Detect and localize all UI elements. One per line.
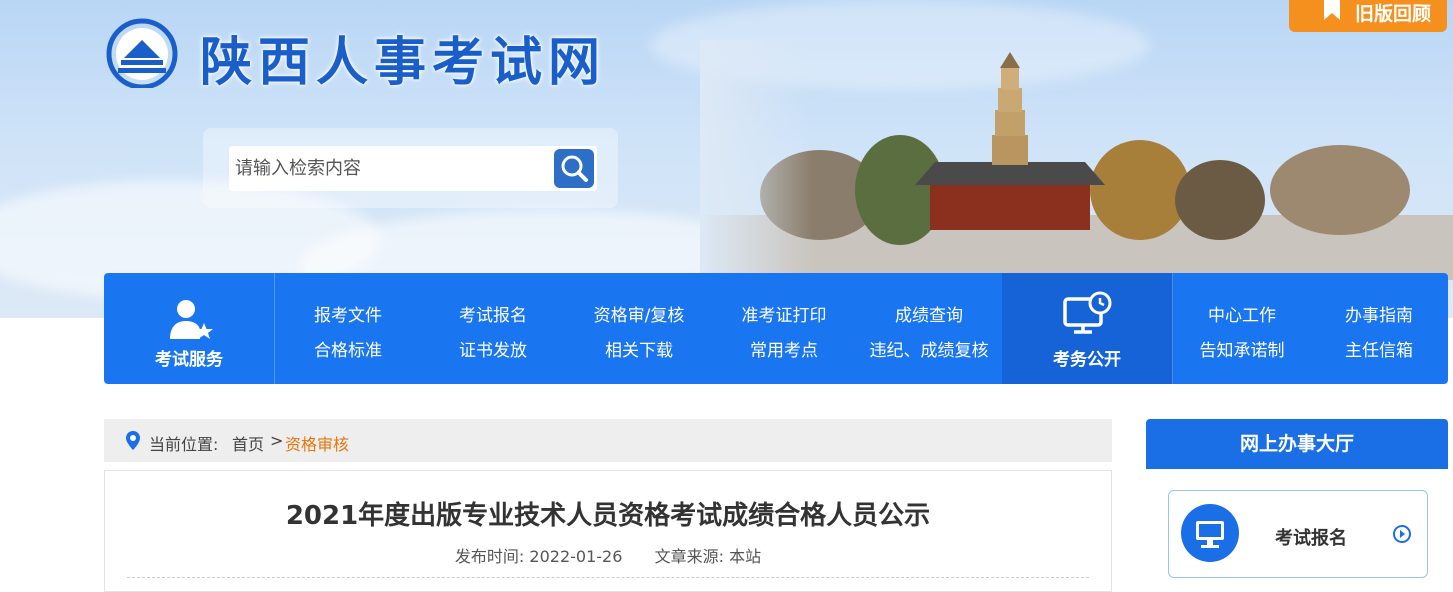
- header-banner: 陕西人事考试网: [0, 0, 1453, 318]
- site-logo: [106, 18, 178, 88]
- user-service-icon: [170, 300, 213, 339]
- exam-service-block[interactable]: 考试服务: [104, 273, 275, 384]
- search-icon: [561, 155, 588, 182]
- exam-registration-card[interactable]: 考试报名: [1168, 490, 1428, 578]
- site-title: 陕西人事考试网: [200, 33, 607, 93]
- nav-link-center-work[interactable]: 中心工作: [1208, 301, 1276, 326]
- breadcrumb-home-link[interactable]: 首页: [232, 431, 264, 455]
- article-panel: 2021年度出版专业技术人员资格考试成绩合格人员公示 发布时间: 2022-01…: [104, 470, 1112, 592]
- nav-link-registration[interactable]: 考试报名: [459, 301, 527, 326]
- nav-link-qualification-review[interactable]: 资格审/复核: [594, 301, 685, 326]
- nav-link-exam-docs[interactable]: 报考文件: [314, 301, 382, 326]
- publish-label: 发布时间:: [454, 547, 525, 566]
- publish-date: 2022-01-26: [529, 547, 623, 566]
- old-version-label: 旧版回顾: [1355, 3, 1432, 25]
- online-hall-header: 网上办事大厅: [1146, 419, 1448, 469]
- bookmark-icon: [1324, 0, 1340, 20]
- article-title: 2021年度出版专业技术人员资格考试成绩合格人员公示: [285, 501, 931, 531]
- main-nav: 考试服务 报考文件 考试报名 资格审/复核 准考证打印 成绩查询 合格标准 证书…: [104, 273, 1448, 384]
- nav-link-violation-review[interactable]: 违纪、成绩复核: [870, 336, 989, 361]
- exam-affairs-title: 考务公开: [1053, 350, 1121, 370]
- breadcrumb-prefix: 当前位置:: [149, 435, 219, 454]
- nav-link-admission-ticket[interactable]: 准考证打印: [742, 301, 827, 326]
- monitor-clock-icon: [1063, 291, 1112, 334]
- nav-link-downloads[interactable]: 相关下载: [605, 336, 673, 361]
- arrow-right-icon: [1393, 525, 1411, 543]
- location-pin-icon: [126, 431, 140, 450]
- breadcrumb-separator: >: [270, 431, 284, 450]
- source-label: 文章来源:: [654, 547, 724, 566]
- search-input[interactable]: [229, 146, 551, 191]
- breadcrumb-current[interactable]: 资格审核: [285, 431, 349, 455]
- exam-affairs-block[interactable]: 考务公开: [1002, 273, 1173, 384]
- old-version-button[interactable]: 旧版回顾: [1289, 0, 1447, 32]
- article-meta: 发布时间: 2022-01-26 文章来源: 本站: [105, 543, 1111, 567]
- article-source: 本站: [729, 547, 762, 566]
- nav-link-score-query[interactable]: 成绩查询: [895, 301, 963, 326]
- nav-link-director-mailbox[interactable]: 主任信箱: [1345, 336, 1413, 361]
- big-wild-goose-pagoda-image: [700, 40, 1453, 280]
- nav-link-pass-standard[interactable]: 合格标准: [314, 336, 382, 361]
- divider: [127, 577, 1089, 578]
- exam-service-title: 考试服务: [155, 350, 223, 370]
- nav-link-certificate[interactable]: 证书发放: [459, 336, 527, 361]
- search-button[interactable]: [551, 146, 597, 191]
- computer-icon: [1181, 504, 1239, 562]
- breadcrumb: 当前位置: 首页 > 资格审核: [104, 419, 1112, 462]
- nav-link-service-guide[interactable]: 办事指南: [1345, 301, 1413, 326]
- exam-registration-label: 考试报名: [1275, 528, 1347, 549]
- nav-link-exam-sites[interactable]: 常用考点: [750, 336, 818, 361]
- nav-link-commitment[interactable]: 告知承诺制: [1200, 336, 1285, 361]
